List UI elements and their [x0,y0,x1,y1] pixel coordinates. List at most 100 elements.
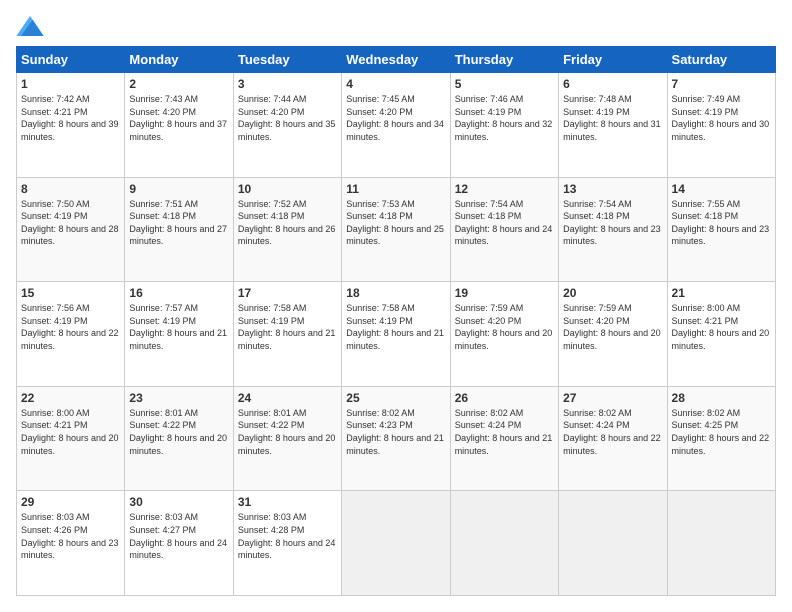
calendar-day-cell: 24 Sunrise: 8:01 AMSunset: 4:22 PMDaylig… [233,386,341,491]
calendar-day-cell: 15 Sunrise: 7:56 AMSunset: 4:19 PMDaylig… [17,282,125,387]
calendar-week-row: 22 Sunrise: 8:00 AMSunset: 4:21 PMDaylig… [17,386,776,491]
day-info: Sunrise: 7:58 AMSunset: 4:19 PMDaylight:… [238,303,336,351]
day-number: 11 [346,182,445,196]
logo-icon [16,16,44,36]
calendar-day-cell: 19 Sunrise: 7:59 AMSunset: 4:20 PMDaylig… [450,282,558,387]
day-number: 21 [672,286,771,300]
day-number: 29 [21,495,120,509]
day-info: Sunrise: 8:03 AMSunset: 4:26 PMDaylight:… [21,512,119,560]
day-info: Sunrise: 7:51 AMSunset: 4:18 PMDaylight:… [129,199,227,247]
calendar-day-cell: 7 Sunrise: 7:49 AMSunset: 4:19 PMDayligh… [667,73,775,178]
day-info: Sunrise: 8:02 AMSunset: 4:25 PMDaylight:… [672,408,770,456]
calendar-day-cell: 9 Sunrise: 7:51 AMSunset: 4:18 PMDayligh… [125,177,233,282]
day-number: 31 [238,495,337,509]
calendar-header-row: SundayMondayTuesdayWednesdayThursdayFrid… [17,47,776,73]
day-number: 5 [455,77,554,91]
day-number: 27 [563,391,662,405]
day-info: Sunrise: 7:53 AMSunset: 4:18 PMDaylight:… [346,199,444,247]
calendar-day-cell: 2 Sunrise: 7:43 AMSunset: 4:20 PMDayligh… [125,73,233,178]
logo [16,16,48,36]
calendar-day-cell: 11 Sunrise: 7:53 AMSunset: 4:18 PMDaylig… [342,177,450,282]
day-number: 2 [129,77,228,91]
day-number: 3 [238,77,337,91]
calendar-day-cell: 14 Sunrise: 7:55 AMSunset: 4:18 PMDaylig… [667,177,775,282]
day-info: Sunrise: 8:03 AMSunset: 4:28 PMDaylight:… [238,512,336,560]
calendar-day-cell [342,491,450,596]
day-number: 6 [563,77,662,91]
calendar-day-cell: 25 Sunrise: 8:02 AMSunset: 4:23 PMDaylig… [342,386,450,491]
day-number: 9 [129,182,228,196]
day-info: Sunrise: 7:50 AMSunset: 4:19 PMDaylight:… [21,199,119,247]
calendar-week-row: 15 Sunrise: 7:56 AMSunset: 4:19 PMDaylig… [17,282,776,387]
calendar-day-cell: 4 Sunrise: 7:45 AMSunset: 4:20 PMDayligh… [342,73,450,178]
day-number: 8 [21,182,120,196]
day-number: 24 [238,391,337,405]
calendar-day-cell: 5 Sunrise: 7:46 AMSunset: 4:19 PMDayligh… [450,73,558,178]
day-number: 18 [346,286,445,300]
calendar-day-cell: 29 Sunrise: 8:03 AMSunset: 4:26 PMDaylig… [17,491,125,596]
day-number: 13 [563,182,662,196]
day-info: Sunrise: 7:59 AMSunset: 4:20 PMDaylight:… [563,303,661,351]
day-info: Sunrise: 7:42 AMSunset: 4:21 PMDaylight:… [21,94,119,142]
calendar-table: SundayMondayTuesdayWednesdayThursdayFrid… [16,46,776,596]
day-info: Sunrise: 7:58 AMSunset: 4:19 PMDaylight:… [346,303,444,351]
calendar-day-cell: 12 Sunrise: 7:54 AMSunset: 4:18 PMDaylig… [450,177,558,282]
calendar-day-header: Tuesday [233,47,341,73]
day-info: Sunrise: 7:48 AMSunset: 4:19 PMDaylight:… [563,94,661,142]
day-info: Sunrise: 7:49 AMSunset: 4:19 PMDaylight:… [672,94,770,142]
calendar-day-header: Sunday [17,47,125,73]
day-info: Sunrise: 7:55 AMSunset: 4:18 PMDaylight:… [672,199,770,247]
day-info: Sunrise: 8:01 AMSunset: 4:22 PMDaylight:… [238,408,336,456]
calendar-day-cell: 21 Sunrise: 8:00 AMSunset: 4:21 PMDaylig… [667,282,775,387]
calendar-day-cell [559,491,667,596]
day-number: 15 [21,286,120,300]
day-number: 1 [21,77,120,91]
calendar-day-cell: 28 Sunrise: 8:02 AMSunset: 4:25 PMDaylig… [667,386,775,491]
calendar-day-cell: 13 Sunrise: 7:54 AMSunset: 4:18 PMDaylig… [559,177,667,282]
day-number: 22 [21,391,120,405]
day-number: 17 [238,286,337,300]
day-number: 30 [129,495,228,509]
page: SundayMondayTuesdayWednesdayThursdayFrid… [0,0,792,612]
day-info: Sunrise: 8:02 AMSunset: 4:24 PMDaylight:… [563,408,661,456]
calendar-day-header: Thursday [450,47,558,73]
calendar-day-header: Saturday [667,47,775,73]
calendar-day-cell: 10 Sunrise: 7:52 AMSunset: 4:18 PMDaylig… [233,177,341,282]
day-number: 14 [672,182,771,196]
day-info: Sunrise: 7:57 AMSunset: 4:19 PMDaylight:… [129,303,227,351]
calendar-day-cell [667,491,775,596]
calendar-day-cell: 23 Sunrise: 8:01 AMSunset: 4:22 PMDaylig… [125,386,233,491]
day-info: Sunrise: 7:54 AMSunset: 4:18 PMDaylight:… [455,199,553,247]
calendar-week-row: 29 Sunrise: 8:03 AMSunset: 4:26 PMDaylig… [17,491,776,596]
calendar-day-header: Friday [559,47,667,73]
day-number: 7 [672,77,771,91]
calendar-week-row: 8 Sunrise: 7:50 AMSunset: 4:19 PMDayligh… [17,177,776,282]
day-info: Sunrise: 7:52 AMSunset: 4:18 PMDaylight:… [238,199,336,247]
day-number: 28 [672,391,771,405]
calendar-day-cell: 22 Sunrise: 8:00 AMSunset: 4:21 PMDaylig… [17,386,125,491]
calendar-day-cell: 16 Sunrise: 7:57 AMSunset: 4:19 PMDaylig… [125,282,233,387]
calendar-day-cell: 20 Sunrise: 7:59 AMSunset: 4:20 PMDaylig… [559,282,667,387]
day-info: Sunrise: 7:56 AMSunset: 4:19 PMDaylight:… [21,303,119,351]
calendar-day-cell: 3 Sunrise: 7:44 AMSunset: 4:20 PMDayligh… [233,73,341,178]
day-info: Sunrise: 7:59 AMSunset: 4:20 PMDaylight:… [455,303,553,351]
calendar-day-cell: 27 Sunrise: 8:02 AMSunset: 4:24 PMDaylig… [559,386,667,491]
calendar-day-header: Wednesday [342,47,450,73]
calendar-day-cell: 1 Sunrise: 7:42 AMSunset: 4:21 PMDayligh… [17,73,125,178]
day-info: Sunrise: 7:46 AMSunset: 4:19 PMDaylight:… [455,94,553,142]
day-number: 20 [563,286,662,300]
day-info: Sunrise: 8:00 AMSunset: 4:21 PMDaylight:… [672,303,770,351]
day-info: Sunrise: 7:44 AMSunset: 4:20 PMDaylight:… [238,94,336,142]
day-number: 16 [129,286,228,300]
day-info: Sunrise: 8:02 AMSunset: 4:23 PMDaylight:… [346,408,444,456]
day-number: 10 [238,182,337,196]
calendar-week-row: 1 Sunrise: 7:42 AMSunset: 4:21 PMDayligh… [17,73,776,178]
header [16,16,776,36]
day-info: Sunrise: 8:03 AMSunset: 4:27 PMDaylight:… [129,512,227,560]
day-info: Sunrise: 8:01 AMSunset: 4:22 PMDaylight:… [129,408,227,456]
day-info: Sunrise: 7:43 AMSunset: 4:20 PMDaylight:… [129,94,227,142]
calendar-day-cell: 26 Sunrise: 8:02 AMSunset: 4:24 PMDaylig… [450,386,558,491]
day-number: 4 [346,77,445,91]
calendar-day-cell: 30 Sunrise: 8:03 AMSunset: 4:27 PMDaylig… [125,491,233,596]
calendar-day-cell: 17 Sunrise: 7:58 AMSunset: 4:19 PMDaylig… [233,282,341,387]
